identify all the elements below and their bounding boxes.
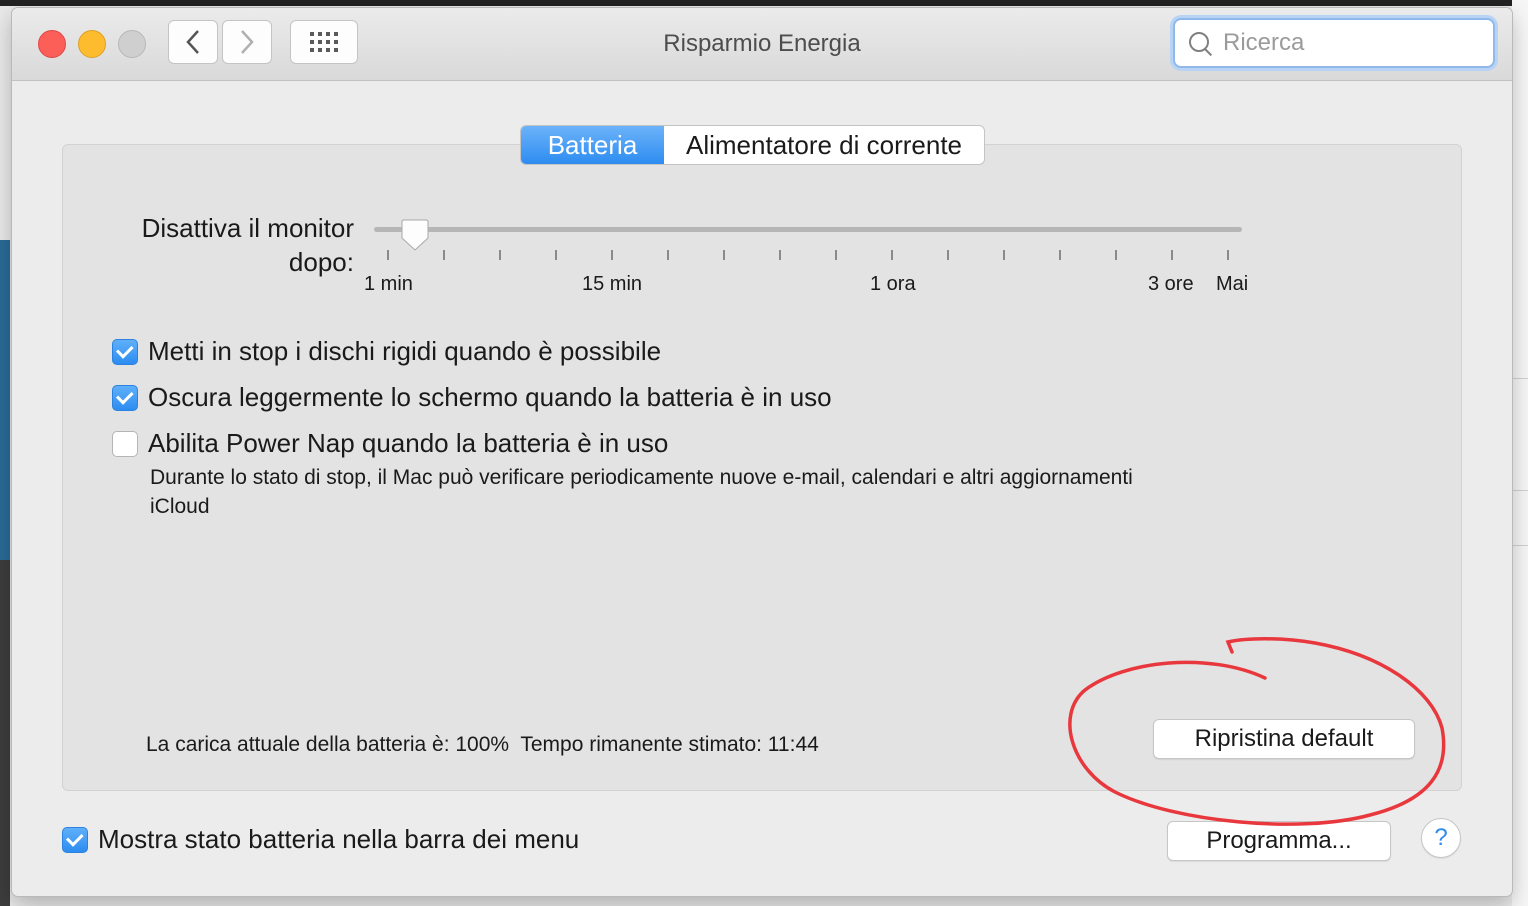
checkmark-icon	[115, 340, 134, 359]
slider-label: Disattiva il monitor dopo:	[102, 211, 354, 279]
option-menu-bar-status[interactable]: Mostra stato batteria nella barra dei me…	[62, 824, 579, 855]
background-sidebar-lower	[0, 560, 10, 906]
tab-batteria[interactable]: Batteria	[521, 126, 664, 164]
display-sleep-slider-knob[interactable]	[400, 219, 430, 251]
preferences-window: Risparmio Energia Batteria Alimentatore …	[12, 8, 1512, 896]
option-power-nap[interactable]: Abilita Power Nap quando la batteria è i…	[112, 428, 668, 459]
background-edge	[0, 0, 1528, 6]
slider-tick	[891, 250, 893, 260]
slider-tick	[1003, 250, 1005, 260]
slider-tick	[555, 250, 557, 260]
battery-status: La carica attuale della batteria è: 100%…	[146, 733, 819, 757]
tab-control: Batteria Alimentatore di corrente	[520, 125, 986, 165]
search-input[interactable]	[1221, 28, 1485, 58]
search-field[interactable]	[1173, 18, 1495, 68]
slider-tick	[443, 250, 445, 260]
tick-label-mai: Mai	[1216, 273, 1249, 295]
tick-label-3ore: 3 ore	[1148, 273, 1194, 295]
slider-tick	[387, 250, 389, 260]
slider-label-line1: Disattiva il monitor	[141, 213, 354, 243]
title-bar: Risparmio Energia	[12, 8, 1512, 81]
checkbox-power-nap[interactable]	[112, 430, 138, 457]
background-divider	[1512, 490, 1528, 491]
slider-tick	[1171, 250, 1173, 260]
slider-tick	[947, 250, 949, 260]
option-label: Abilita Power Nap quando la batteria è i…	[148, 428, 669, 458]
checkbox-menu-bar-status[interactable]	[62, 826, 88, 853]
tab-alimentatore[interactable]: Alimentatore di corrente	[664, 126, 984, 164]
help-button[interactable]: ?	[1421, 818, 1461, 858]
tick-label-1min: 1 min	[364, 273, 413, 295]
option-hard-disks[interactable]: Metti in stop i dischi rigidi quando è p…	[112, 336, 661, 367]
tick-label-15min: 15 min	[582, 273, 643, 295]
option-label: Mostra stato batteria nella barra dei me…	[98, 824, 580, 854]
checkbox-hard-disks[interactable]	[112, 338, 138, 365]
slider-tick	[779, 250, 781, 260]
background-divider	[1512, 545, 1528, 546]
background-panel	[1512, 0, 1528, 906]
schedule-button[interactable]: Programma...	[1167, 821, 1391, 861]
background-sidebar	[0, 240, 10, 560]
slider-label-line2: dopo:	[288, 247, 354, 277]
slider-tick	[835, 250, 837, 260]
option-label: Metti in stop i dischi rigidi quando è p…	[148, 336, 662, 366]
checkmark-icon	[65, 828, 84, 847]
checkmark-icon	[115, 386, 134, 405]
slider-tick	[723, 250, 725, 260]
option-dim-screen[interactable]: Oscura leggermente lo schermo quando la …	[112, 382, 832, 413]
display-sleep-slider-track[interactable]	[374, 227, 1242, 232]
background-divider	[1512, 378, 1528, 379]
search-icon	[1187, 30, 1213, 57]
slider-tick	[1059, 250, 1061, 260]
battery-remaining: Tempo rimanente stimato: 11:44	[520, 733, 819, 756]
slider-tick	[667, 250, 669, 260]
battery-charge: La carica attuale della batteria è: 100%	[146, 733, 510, 756]
restore-defaults-button[interactable]: Ripristina default	[1153, 719, 1415, 759]
slider-tick	[611, 250, 613, 260]
tick-label-1ora: 1 ora	[870, 273, 916, 295]
slider-tick	[499, 250, 501, 260]
slider-tick	[1227, 250, 1229, 260]
checkbox-dim-screen[interactable]	[112, 384, 138, 411]
power-nap-description: Durante lo stato di stop, il Mac può ver…	[150, 466, 1133, 518]
option-label: Oscura leggermente lo schermo quando la …	[148, 382, 832, 412]
slider-tick	[1115, 250, 1117, 260]
